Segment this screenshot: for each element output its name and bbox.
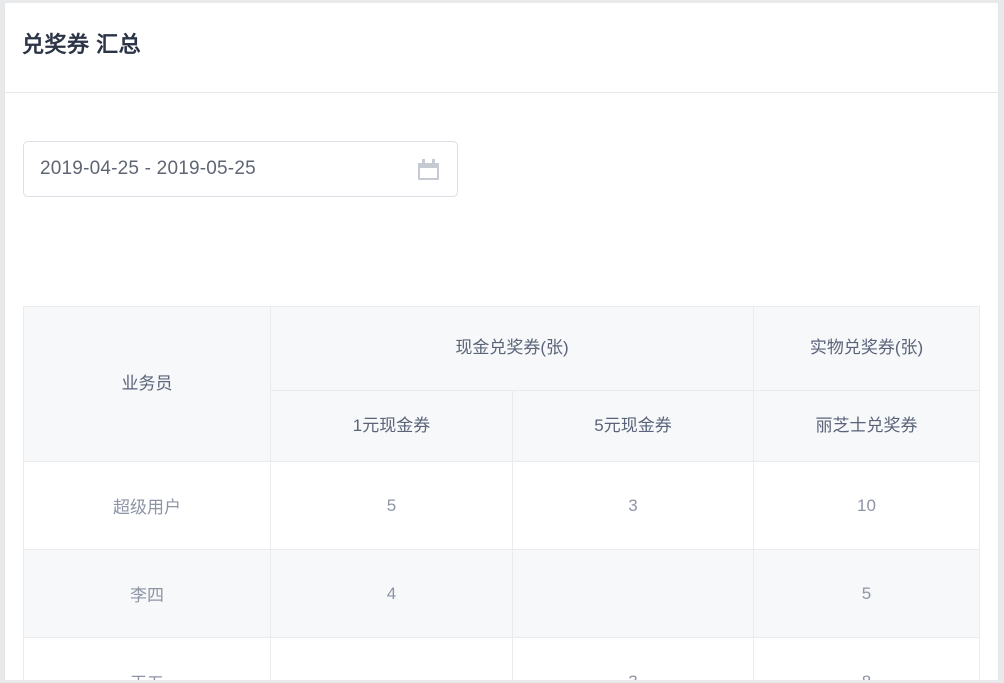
- table-body: 超级用户 5 3 10 李四 4 5 王五 3: [23, 461, 980, 680]
- cell-lizhishi: 5: [753, 549, 980, 638]
- calendar-top-bar: [418, 162, 439, 168]
- cell-lizhishi: 8: [753, 637, 980, 680]
- calendar-icon[interactable]: [418, 158, 439, 180]
- table-head: 业务员 现金兑奖券(张) 实物兑奖券(张) 1元现金券 5元现金券 丽芝士兑奖券: [23, 306, 980, 462]
- table-row[interactable]: 王五 3 8: [23, 637, 980, 680]
- cell-salesperson: 超级用户: [23, 461, 271, 550]
- date-range-picker[interactable]: 2019-04-25 - 2019-05-25: [23, 141, 458, 197]
- cell-cash-1yuan: [270, 637, 513, 680]
- table-header-row-group: 业务员 现金兑奖券(张) 实物兑奖券(张): [23, 306, 980, 462]
- column-header-cash-1yuan[interactable]: 1元现金券: [270, 390, 513, 462]
- report-card: 兑奖券 汇总 2019-04-25 - 2019-05-25 业务员 现金兑奖券…: [4, 3, 999, 680]
- cell-cash-5yuan: [512, 549, 755, 638]
- date-range-input[interactable]: 2019-04-25 - 2019-05-25: [40, 158, 418, 180]
- table-row[interactable]: 李四 4 5: [23, 549, 980, 638]
- column-header-cash-5yuan[interactable]: 5元现金券: [512, 390, 755, 462]
- table-row[interactable]: 超级用户 5 3 10: [23, 461, 980, 550]
- column-group-header-physical-vouchers: 实物兑奖券(张): [753, 306, 980, 391]
- column-header-lizhishi[interactable]: 丽芝士兑奖券: [753, 390, 980, 462]
- card-header: 兑奖券 汇总: [5, 3, 998, 93]
- cell-salesperson: 李四: [23, 549, 271, 638]
- cell-salesperson: 王五: [23, 637, 271, 680]
- column-group-header-cash-vouchers: 现金兑奖券(张): [270, 306, 755, 391]
- cell-lizhishi: 10: [753, 461, 980, 550]
- column-header-salesperson[interactable]: 业务员: [23, 306, 271, 462]
- summary-table-wrapper: 业务员 现金兑奖券(张) 实物兑奖券(张) 1元现金券 5元现金券 丽芝士兑奖券…: [23, 306, 981, 680]
- summary-table: 业务员 现金兑奖券(张) 实物兑奖券(张) 1元现金券 5元现金券 丽芝士兑奖券…: [23, 306, 981, 680]
- cell-cash-5yuan: 3: [512, 461, 755, 550]
- cell-cash-1yuan: 4: [270, 549, 513, 638]
- cell-cash-1yuan: 5: [270, 461, 513, 550]
- cell-cash-5yuan: 3: [512, 637, 755, 680]
- page-title: 兑奖券 汇总: [22, 32, 142, 57]
